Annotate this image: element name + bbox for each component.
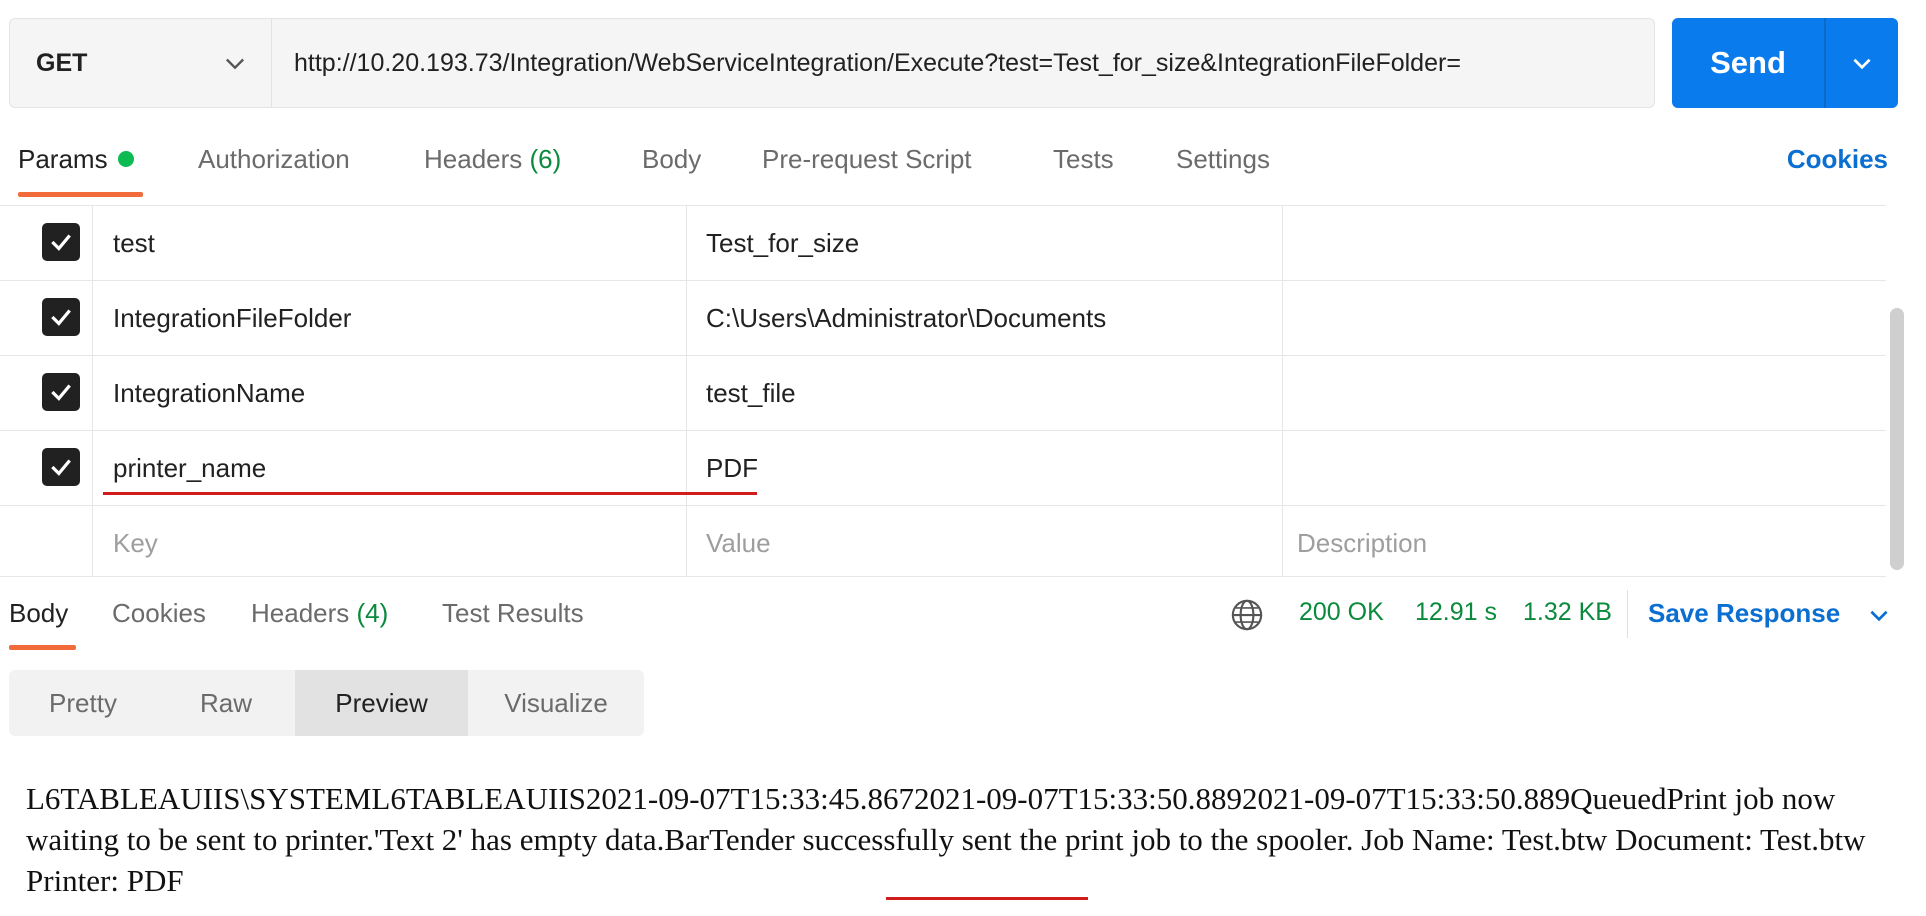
tab-settings[interactable]: Settings	[1176, 144, 1270, 175]
divider	[1627, 590, 1628, 638]
check-icon	[51, 384, 71, 401]
url-input[interactable]: http://10.20.193.73/Integration/WebServi…	[294, 19, 1644, 107]
request-bar: GET http://10.20.193.73/Integration/WebS…	[9, 18, 1655, 108]
tab-authorization[interactable]: Authorization	[198, 144, 350, 175]
tab-body[interactable]: Body	[642, 144, 701, 175]
param-value[interactable]: Test_for_size	[706, 206, 1266, 280]
response-time[interactable]: 12.91 s	[1415, 598, 1497, 627]
format-raw[interactable]: Raw	[157, 670, 295, 736]
table-row: test Test_for_size	[0, 206, 1886, 281]
param-key[interactable]: test	[113, 206, 673, 280]
headers-count: (6)	[529, 144, 562, 174]
check-icon	[51, 234, 71, 251]
row-checkbox[interactable]	[42, 298, 80, 336]
format-preview[interactable]: Preview	[295, 670, 468, 736]
row-checkbox[interactable]	[42, 448, 80, 486]
params-scrollbar-thumb[interactable]	[1890, 308, 1904, 570]
response-format-toggle: Pretty Raw Preview Visualize	[9, 670, 644, 736]
send-dropdown-button[interactable]	[1826, 18, 1898, 108]
tab-headers[interactable]: Headers (6)	[424, 144, 561, 175]
annotation-underline	[103, 492, 757, 495]
response-tab-headers-label: Headers	[251, 598, 350, 628]
param-key[interactable]: IntegrationName	[113, 356, 673, 430]
check-icon	[51, 309, 71, 326]
param-description[interactable]	[1297, 356, 1857, 430]
format-visualize[interactable]: Visualize	[468, 670, 644, 736]
active-tab-indicator	[9, 645, 76, 650]
format-pretty[interactable]: Pretty	[9, 670, 157, 736]
response-tab-cookies[interactable]: Cookies	[112, 598, 206, 629]
new-value-input[interactable]: Value	[706, 506, 1266, 580]
new-description-input[interactable]: Description	[1297, 506, 1857, 580]
param-value[interactable]: test_file	[706, 356, 1266, 430]
globe-icon[interactable]	[1230, 598, 1264, 632]
response-preview: L6TABLEAUIIS\SYSTEML6TABLEAUIIS2021-09-0…	[26, 781, 1866, 898]
tab-tests[interactable]: Tests	[1053, 144, 1114, 175]
response-size[interactable]: 1.32 KB	[1523, 598, 1612, 627]
request-tabs: Params Authorization Headers (6) Body Pr…	[0, 130, 1926, 200]
row-checkbox[interactable]	[42, 373, 80, 411]
response-tab-headers[interactable]: Headers (4)	[251, 598, 388, 629]
param-value[interactable]: PDF	[706, 431, 1266, 505]
table-row: IntegrationFileFolder C:\Users\Administr…	[0, 281, 1886, 356]
params-table: test Test_for_size IntegrationFileFolder…	[0, 205, 1886, 577]
tab-params[interactable]: Params	[18, 144, 134, 175]
table-row: IntegrationName test_file	[0, 356, 1886, 431]
response-tab-body[interactable]: Body	[9, 598, 68, 629]
param-description[interactable]	[1297, 206, 1857, 280]
param-key[interactable]: IntegrationFileFolder	[113, 281, 673, 355]
tab-prerequest-script[interactable]: Pre-request Script	[762, 144, 972, 175]
annotation-underline	[886, 897, 1088, 900]
tab-headers-label: Headers	[424, 144, 523, 174]
params-active-dot	[117, 151, 134, 168]
status-code[interactable]: 200 OK	[1299, 598, 1384, 627]
check-icon	[51, 459, 71, 476]
row-checkbox[interactable]	[42, 223, 80, 261]
tab-params-label: Params	[18, 144, 108, 174]
send-button[interactable]: Send	[1672, 18, 1824, 108]
method-select[interactable]: GET	[10, 19, 272, 107]
param-description[interactable]	[1297, 281, 1857, 355]
chevron-down-icon	[1853, 58, 1871, 70]
response-headers-count: (4)	[356, 598, 389, 628]
table-row-new: Key Value Description	[0, 506, 1886, 580]
method-label: GET	[36, 48, 88, 77]
chevron-down-icon	[226, 58, 244, 70]
active-tab-indicator	[18, 192, 143, 197]
param-description[interactable]	[1297, 431, 1857, 505]
chevron-down-icon[interactable]	[1866, 602, 1892, 628]
param-value[interactable]: C:\Users\Administrator\Documents	[706, 281, 1266, 355]
new-key-input[interactable]: Key	[113, 506, 673, 580]
send-button-group: Send	[1672, 18, 1898, 108]
cookies-link[interactable]: Cookies	[1787, 144, 1888, 175]
save-response-button[interactable]: Save Response	[1648, 598, 1840, 629]
response-tab-test-results[interactable]: Test Results	[442, 598, 584, 629]
response-tabs: Body Cookies Headers (4) Test Results 20…	[0, 590, 1926, 650]
